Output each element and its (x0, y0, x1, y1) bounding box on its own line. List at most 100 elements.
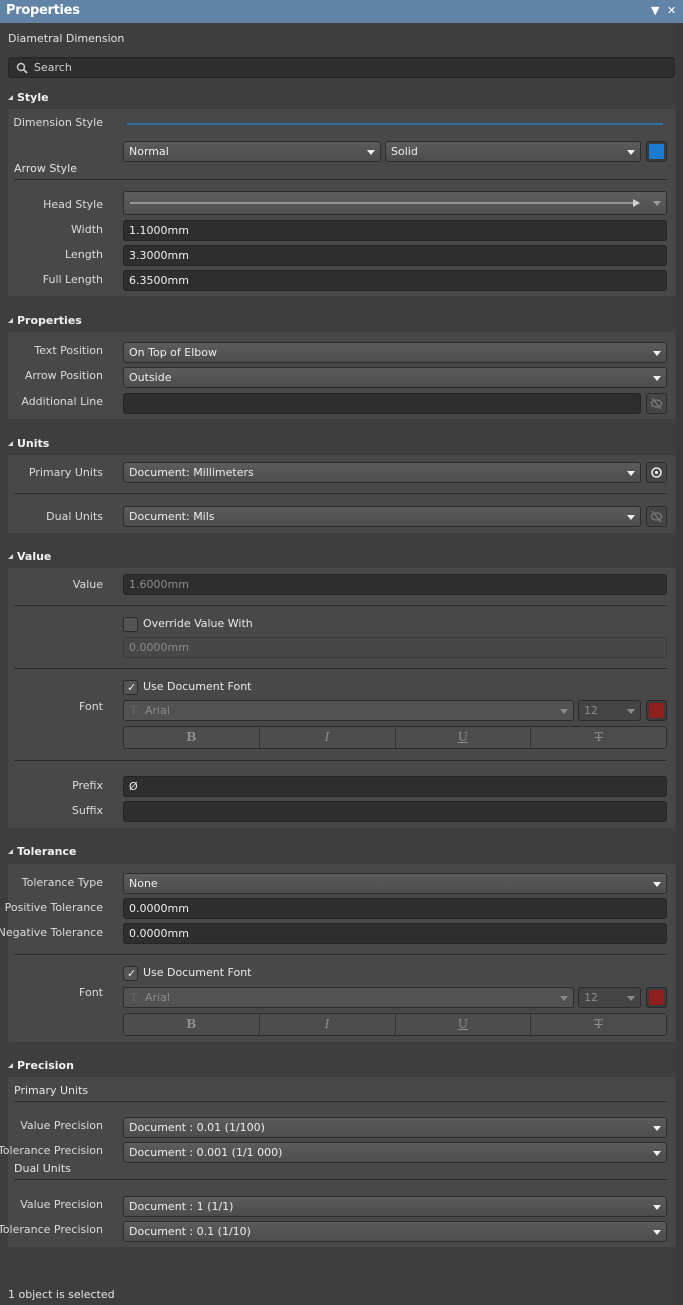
line-pattern-dropdown[interactable]: Solid (385, 141, 641, 162)
prefix-field[interactable] (123, 776, 667, 797)
checkbox-box[interactable] (123, 617, 138, 632)
font-size-dropdown[interactable]: 12 (578, 987, 641, 1008)
font-size-dropdown[interactable]: 12 (578, 700, 641, 721)
bold-button[interactable]: B (124, 1014, 260, 1035)
close-icon[interactable]: ✕ (667, 4, 676, 17)
head-style-label: Head Style (43, 198, 103, 211)
head-style-dropdown[interactable] (123, 191, 667, 215)
text-position-dropdown[interactable]: On Top of Elbow (123, 342, 667, 363)
collapse-triangle-icon (8, 318, 13, 323)
font-name-dropdown[interactable]: T Arial (123, 987, 574, 1008)
width-field[interactable] (123, 220, 667, 241)
value-field[interactable] (123, 574, 667, 595)
chevron-down-icon (627, 150, 635, 155)
primary-tolerance-precision-dropdown[interactable]: Document : 0.001 (1/1 000) (123, 1142, 667, 1163)
primary-value-precision-dropdown[interactable]: Document : 0.01 (1/100) (123, 1117, 667, 1138)
suffix-field[interactable] (123, 801, 667, 822)
dual-tolerance-precision-dropdown[interactable]: Document : 0.1 (1/10) (123, 1221, 667, 1242)
chevron-down-icon (653, 1151, 661, 1156)
section-header-style[interactable]: Style (8, 91, 49, 104)
line-type-dropdown[interactable]: Normal (123, 141, 381, 162)
dual-units-dropdown[interactable]: Document: Mils (123, 506, 641, 527)
scrollbar-track[interactable] (676, 23, 683, 1305)
divider (14, 493, 667, 494)
additional-line-field[interactable] (123, 393, 641, 414)
positive-tolerance-input[interactable] (129, 901, 661, 916)
full-length-field[interactable] (123, 270, 667, 291)
properties-panel: Text Position On Top of Elbow Arrow Posi… (8, 332, 675, 419)
dual-value-precision-dropdown[interactable]: Document : 1 (1/1) (123, 1196, 667, 1217)
collapse-triangle-icon (8, 1063, 13, 1068)
section-header-properties[interactable]: Properties (8, 314, 82, 327)
font-color-swatch[interactable] (646, 700, 667, 721)
italic-button[interactable]: I (260, 1014, 396, 1035)
dual-units-subheader: Dual Units (14, 1162, 71, 1175)
dual-units-visibility-toggle[interactable] (646, 506, 667, 527)
font-color-swatch[interactable] (646, 987, 667, 1008)
divider (14, 760, 667, 761)
length-field[interactable] (123, 245, 667, 266)
full-length-input[interactable] (129, 273, 661, 288)
chevron-down-icon (367, 150, 375, 155)
color-fill (649, 703, 664, 718)
bold-button[interactable]: B (124, 727, 260, 748)
underline-button[interactable]: U (396, 1014, 532, 1035)
section-header-tolerance[interactable]: Tolerance (8, 845, 77, 858)
primary-units-dropdown[interactable]: Document: Millimeters (123, 462, 641, 483)
eye-icon (651, 467, 662, 478)
checkmark-icon: ✓ (127, 681, 137, 694)
chevron-down-icon (627, 515, 635, 520)
additional-line-input[interactable] (129, 396, 635, 411)
section-title: Value (17, 550, 52, 563)
checkbox-label: Override Value With (143, 617, 253, 630)
chevron-down-icon (560, 996, 568, 1001)
panel-title-bar: Properties ▼ ✕ (0, 0, 683, 23)
checkbox-box[interactable]: ✓ (123, 680, 138, 695)
search-input[interactable] (34, 59, 634, 76)
tolerance-type-dropdown[interactable]: None (123, 873, 667, 894)
negative-tolerance-field[interactable] (123, 923, 667, 944)
chevron-down-icon (560, 709, 568, 714)
panel-menu-icon[interactable]: ▼ (651, 4, 659, 17)
chevron-down-icon (653, 1126, 661, 1131)
section-header-value[interactable]: Value (8, 550, 51, 563)
font-type-icon: T (130, 704, 138, 717)
positive-tolerance-field[interactable] (123, 898, 667, 919)
divider (14, 179, 667, 180)
section-header-precision[interactable]: Precision (8, 1059, 74, 1072)
dropdown-value: Solid (391, 145, 418, 158)
strikethrough-button[interactable]: T (531, 1014, 666, 1035)
font-name-dropdown[interactable]: T Arial (123, 700, 574, 721)
length-input[interactable] (129, 248, 661, 263)
dropdown-value: Document : 0.1 (1/10) (129, 1225, 251, 1238)
dropdown-value: Document: Mils (129, 510, 215, 523)
override-value-input[interactable] (129, 640, 661, 655)
primary-units-visibility-toggle[interactable] (646, 462, 667, 483)
negative-tolerance-input[interactable] (129, 926, 661, 941)
width-input[interactable] (129, 223, 661, 238)
section-title: Style (17, 91, 49, 104)
color-fill (649, 144, 664, 159)
italic-button[interactable]: I (260, 727, 396, 748)
arrow-position-dropdown[interactable]: Outside (123, 367, 667, 388)
selection-status: 1 object is selected (8, 1288, 115, 1301)
dropdown-value: Arial (145, 704, 170, 717)
checkbox-box[interactable]: ✓ (123, 966, 138, 981)
search-field[interactable] (8, 57, 675, 78)
section-header-units[interactable]: Units (8, 437, 49, 450)
color-fill (649, 990, 664, 1005)
value-input[interactable] (129, 577, 661, 592)
suffix-input[interactable] (129, 804, 661, 819)
value-precision-label: Value Precision (20, 1119, 103, 1132)
dropdown-value: Normal (129, 145, 169, 158)
additional-line-visibility-toggle[interactable] (646, 393, 667, 414)
checkbox-label: Use Document Font (143, 680, 252, 693)
prefix-input[interactable] (129, 779, 661, 794)
underline-button[interactable]: U (396, 727, 532, 748)
line-color-swatch[interactable] (646, 141, 667, 162)
section-title: Tolerance (17, 845, 77, 858)
strikethrough-button[interactable]: T (531, 727, 666, 748)
dual-units-label: Dual Units (46, 510, 103, 523)
dropdown-value: Document : 1 (1/1) (129, 1200, 234, 1213)
override-value-field[interactable] (123, 637, 667, 658)
